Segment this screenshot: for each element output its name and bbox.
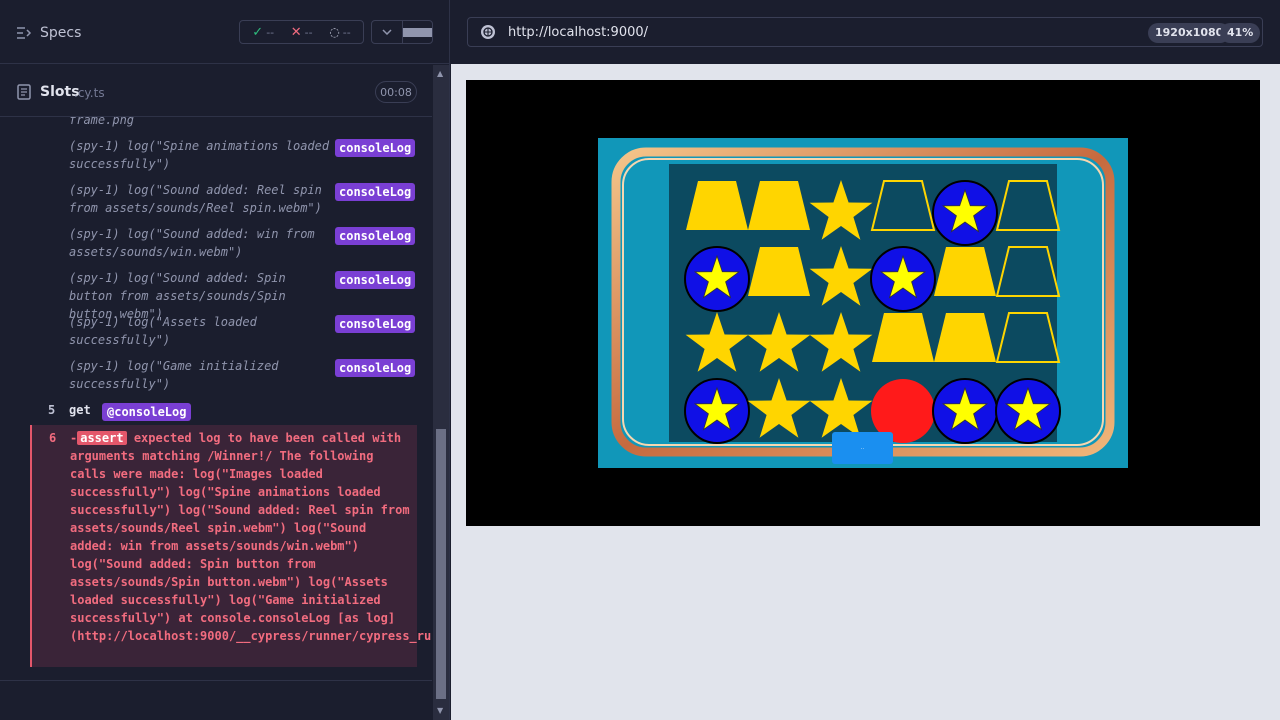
zoom-badge[interactable]: 41%: [1220, 23, 1261, 43]
panel-divider: [0, 680, 432, 681]
stat-failed: ✕ --: [291, 25, 313, 40]
trapezoid-symbol: [995, 312, 1061, 363]
console-log-badge: consoleLog: [335, 183, 416, 201]
check-icon: ✓: [252, 24, 264, 40]
console-call[interactable]: (spy-1) log("Spine animations loaded suc…: [69, 137, 331, 173]
trapezoid-symbol: [870, 180, 936, 231]
star-symbol: [747, 312, 811, 372]
spin-button[interactable]: ..: [832, 432, 893, 464]
trapezoid-symbol: [934, 247, 996, 296]
assert-error-row[interactable]: 6 - assert expected log to have been call…: [30, 425, 432, 667]
assert-tag: assert: [77, 431, 127, 445]
console-call[interactable]: (spy-1) log("Sound added: Reel spin from…: [69, 181, 331, 217]
trapezoid-symbol: [748, 181, 810, 230]
aut-viewport: ..: [466, 80, 1260, 526]
console-call[interactable]: (spy-1) log("Game initialized successful…: [69, 357, 331, 393]
stop-icon[interactable]: [401, 21, 432, 43]
command-log: frame.png (spy-1) log("Spine animations …: [0, 117, 432, 680]
specs-label: Specs: [40, 25, 82, 41]
scrollbar-thumb[interactable]: [436, 429, 446, 699]
spec-timer: 00:08: [375, 81, 417, 103]
trapezoid-symbol: [872, 313, 934, 362]
stat-pending: ◌ --: [329, 25, 350, 39]
console-log-badge: consoleLog: [335, 271, 416, 289]
specs-list-icon: [17, 27, 32, 39]
command-number: 6: [49, 431, 57, 445]
console-call[interactable]: (spy-1) log("Sound added: win from asset…: [69, 225, 331, 261]
stat-passed: ✓ --: [252, 25, 274, 40]
spin-button-label: ..: [860, 445, 865, 451]
reporter-header: Specs ✓ -- ✕ -- ◌ --: [0, 0, 449, 64]
trapezoid-symbol: [686, 181, 748, 230]
console-log-badge: consoleLog: [335, 359, 416, 377]
url-field[interactable]: http://localhost:9000/ 1920x1080 41%: [467, 17, 1263, 47]
trapezoid-symbol: [934, 313, 996, 362]
runner-controls: [371, 20, 433, 44]
url-bar-area: http://localhost:9000/ 1920x1080 41%: [451, 0, 1280, 64]
spec-extension: .cy.ts: [74, 86, 105, 100]
x-icon: ✕: [290, 24, 302, 40]
command-number: 5: [48, 403, 56, 417]
spec-header: Slots .cy.ts 00:08: [0, 65, 432, 117]
console-log-badge: consoleLog: [335, 227, 416, 245]
slot-game-canvas[interactable]: ..: [598, 138, 1128, 468]
command-log-panel: Specs ✓ -- ✕ -- ◌ -- Slots .cy.ts 00:08 fra…: [0, 0, 450, 720]
star-symbol: [685, 312, 749, 372]
failed-count: --: [304, 25, 313, 39]
error-message: - assert expected log to have been called…: [70, 429, 432, 645]
star-symbol: [809, 312, 873, 372]
app-preview: http://localhost:9000/ 1920x1080 41% ..: [451, 0, 1280, 720]
url-text: http://localhost:9000/: [508, 25, 649, 40]
reel-grid: [684, 180, 1061, 444]
scroll-up-icon[interactable]: ▲: [437, 69, 443, 78]
viewport-badge[interactable]: 1920x1080: [1148, 23, 1231, 43]
chevron-down-icon[interactable]: [372, 21, 402, 43]
trapezoid-symbol: [995, 180, 1061, 231]
console-call[interactable]: (spy-1) log("Assets loaded successfully"…: [69, 313, 331, 349]
document-icon: [17, 84, 31, 100]
pending-icon: ◌: [329, 25, 340, 39]
trapezoid-symbol: [995, 246, 1061, 297]
star-symbol: [809, 246, 873, 306]
console-log-badge: consoleLog: [335, 315, 416, 333]
star-symbol: [809, 378, 873, 438]
console-log-badge: consoleLog: [335, 139, 416, 157]
log-scrollbar[interactable]: ▲ ▼: [433, 65, 449, 720]
passed-count: --: [266, 25, 275, 39]
specs-button[interactable]: Specs: [16, 22, 81, 44]
error-text: expected log to have been called with ar…: [70, 431, 432, 643]
star-symbol: [809, 180, 873, 240]
test-stats: ✓ -- ✕ -- ◌ --: [239, 20, 364, 44]
globe-icon: [481, 25, 495, 39]
star-symbol: [747, 378, 811, 438]
command-name: get: [69, 403, 91, 417]
scroll-down-icon[interactable]: ▼: [437, 706, 443, 715]
alias-badge: @consoleLog: [102, 403, 192, 421]
trapezoid-symbol: [748, 247, 810, 296]
pending-count: --: [342, 25, 351, 39]
log-fragment: frame.png: [69, 117, 135, 127]
